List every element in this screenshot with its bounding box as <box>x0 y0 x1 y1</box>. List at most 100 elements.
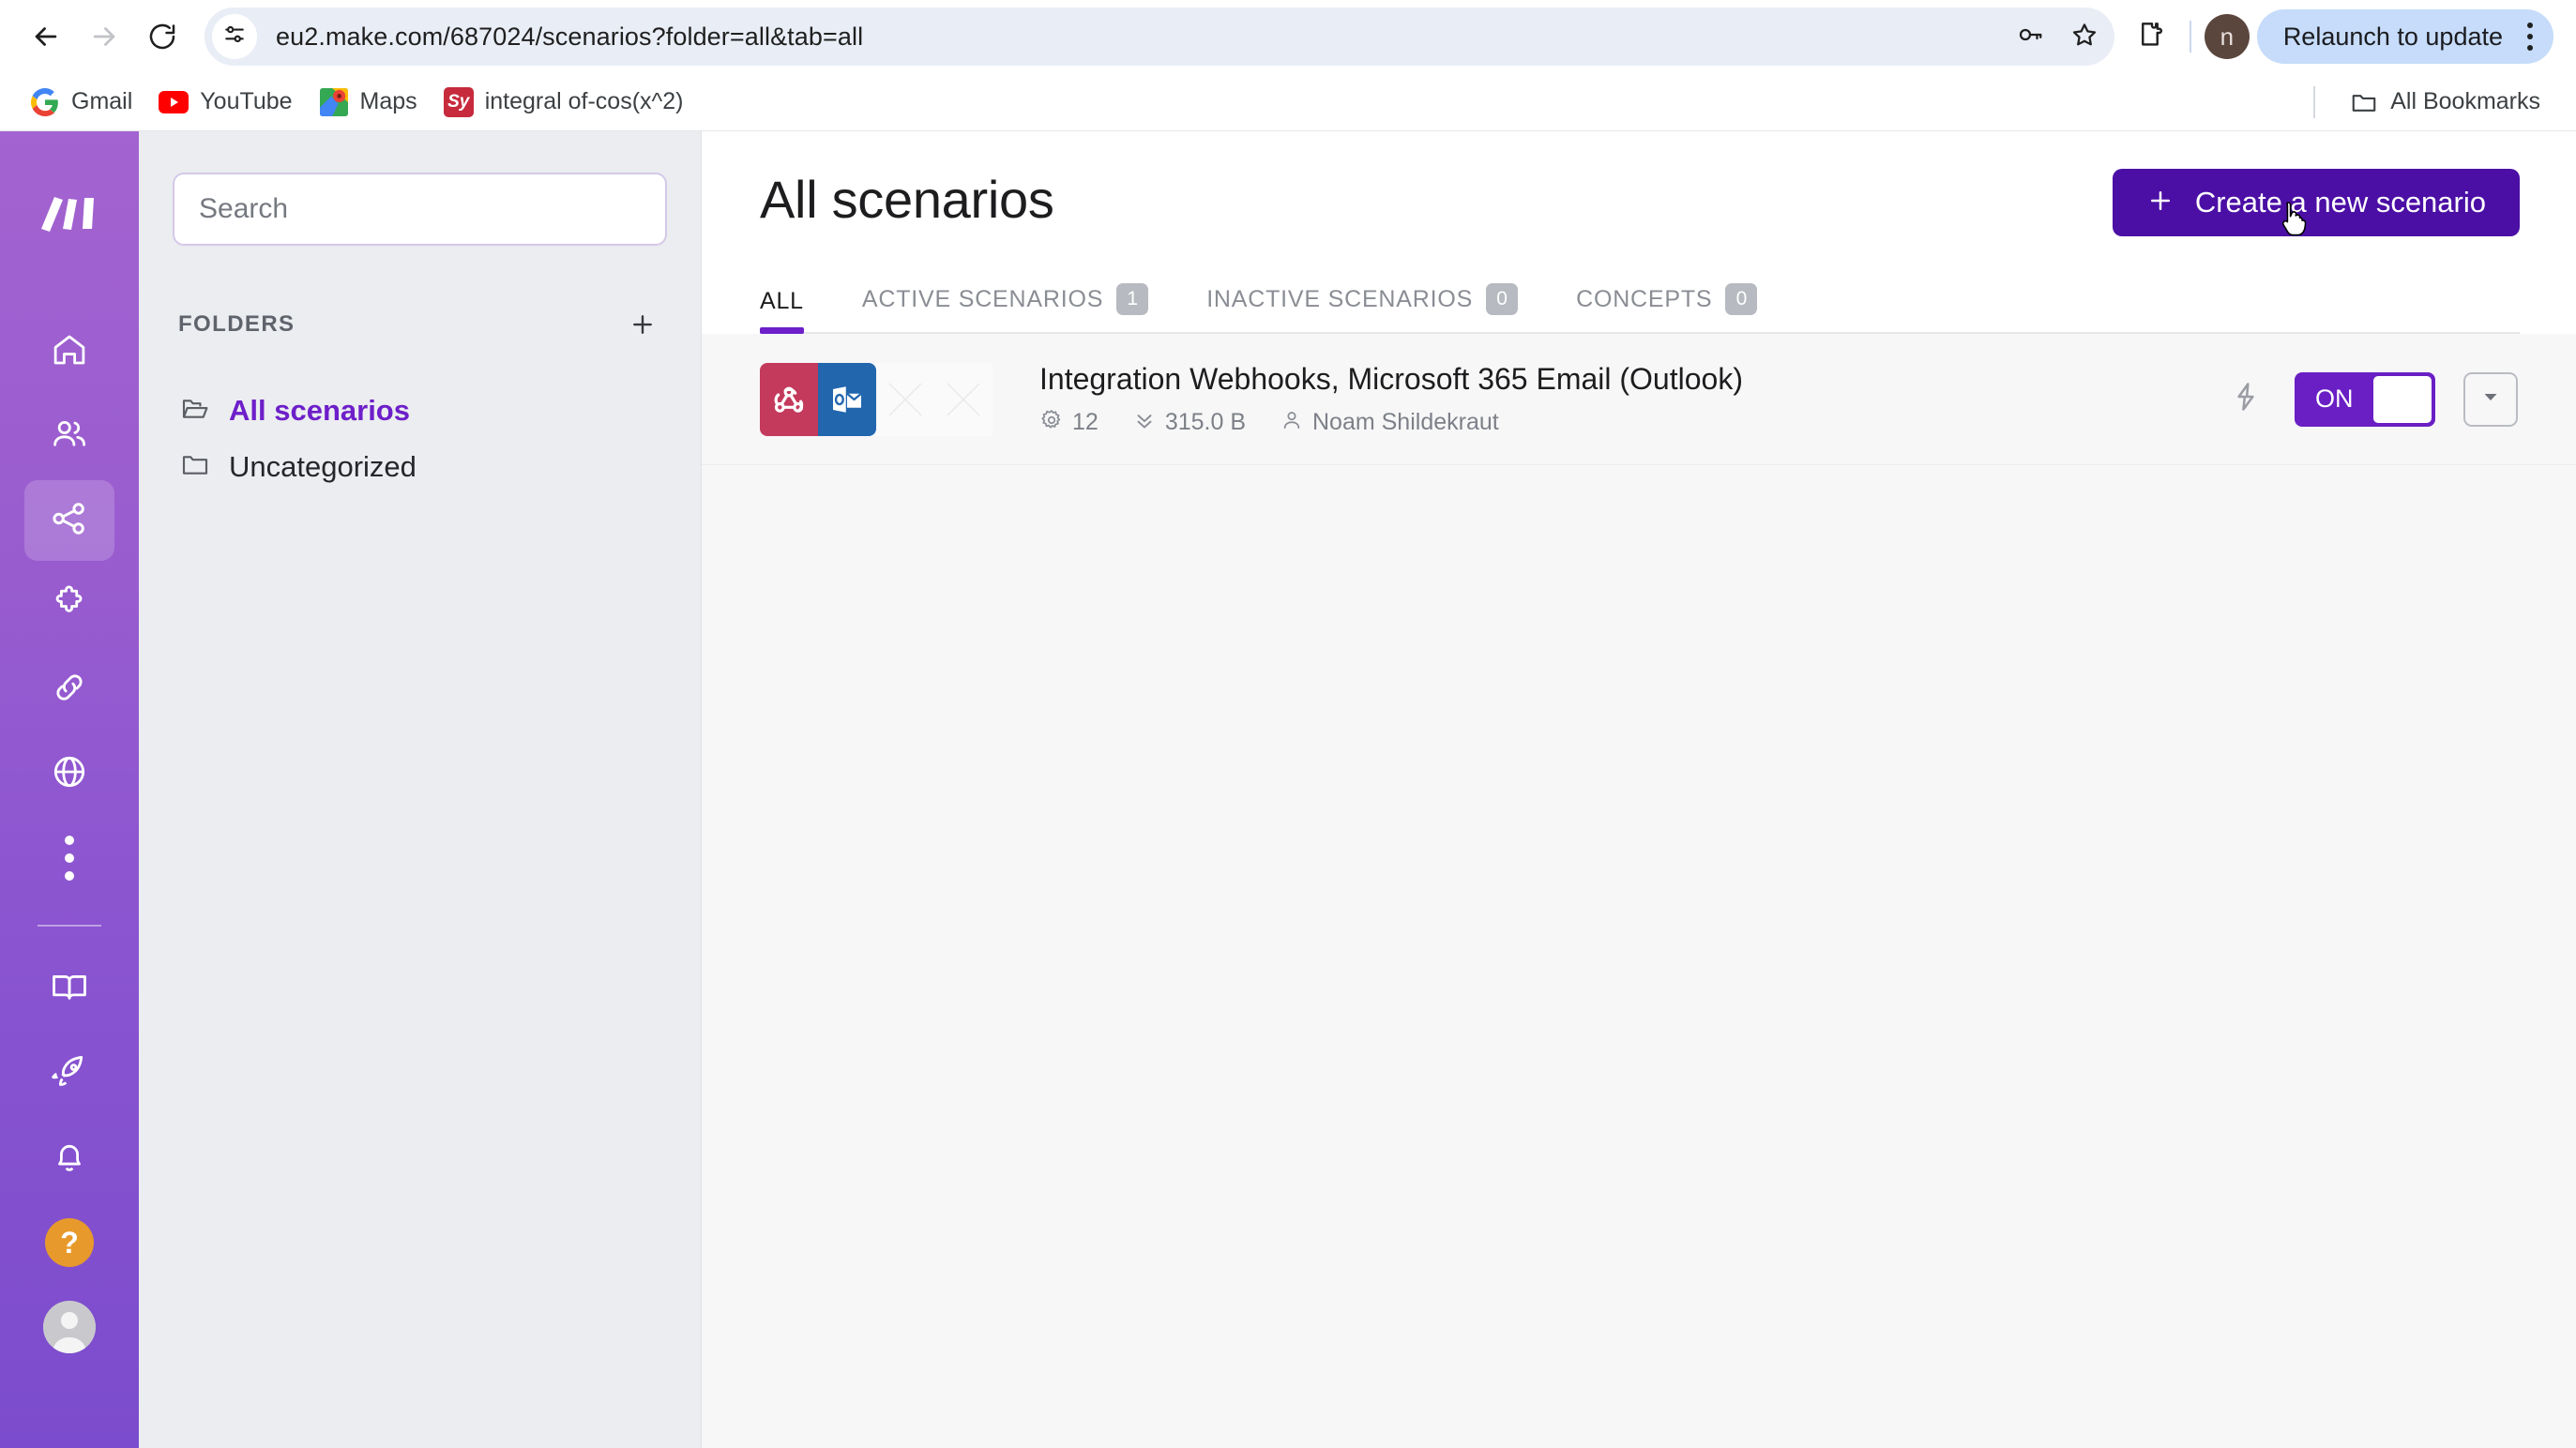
folders-panel: Search FOLDERS All scenarios Uncategoriz… <box>139 131 702 1448</box>
omnibox-actions <box>2006 12 2114 61</box>
tab-all[interactable]: ALL <box>760 288 804 334</box>
folder-icon <box>2349 87 2379 117</box>
bookmark-label: Gmail <box>71 88 133 114</box>
sidebar-item-help[interactable]: ? <box>24 1202 114 1283</box>
bookmark-label: Maps <box>359 88 417 114</box>
bookmark-label: YouTube <box>200 88 293 114</box>
toggle-knob <box>2373 375 2432 423</box>
sidebar-item-more[interactable] <box>24 818 114 898</box>
extensions-puzzle-icon <box>2135 20 2165 54</box>
bookmark-youtube[interactable]: YouTube <box>145 82 305 123</box>
scenario-options-button[interactable] <box>2463 371 2518 427</box>
scenario-toggle[interactable]: ON <box>2295 371 2435 427</box>
search-placeholder: Search <box>199 193 289 224</box>
tab-badge: 0 <box>1486 283 1519 315</box>
folder-label: Uncategorized <box>229 450 417 483</box>
url-text[interactable]: eu2.make.com/687024/scenarios?folder=all… <box>276 23 863 52</box>
browser-toolbar: eu2.make.com/687024/scenarios?folder=all… <box>0 0 2576 73</box>
tab-active-underline <box>760 327 804 334</box>
password-manager-button[interactable] <box>2006 12 2054 61</box>
kebab-menu-icon[interactable] <box>2516 23 2544 51</box>
page-title: All scenarios <box>760 170 1054 229</box>
search-input[interactable]: Search <box>173 173 667 246</box>
home-icon <box>50 330 89 374</box>
tab-inactive-scenarios[interactable]: INACTIVE SCENARIOS 0 <box>1206 283 1519 332</box>
sidebar-item-templates[interactable] <box>24 565 114 645</box>
star-icon <box>2070 21 2099 53</box>
scenario-name[interactable]: Integration Webhooks, Microsoft 365 Emai… <box>1039 362 1743 397</box>
outlook-app-icon <box>818 362 876 436</box>
create-new-scenario-button[interactable]: Create a new scenario <box>2112 169 2520 236</box>
site-settings-icon <box>222 23 247 52</box>
back-button[interactable] <box>17 8 75 66</box>
browser-chrome: eu2.make.com/687024/scenarios?folder=all… <box>0 0 2576 131</box>
tab-label: CONCEPTS <box>1576 285 1713 312</box>
data-transfer-meta: 315.0 B <box>1132 408 1246 437</box>
toolbar-divider <box>2189 21 2191 53</box>
youtube-favicon <box>159 87 189 117</box>
sidebar-item-account[interactable] <box>24 1287 114 1367</box>
operations-meta: 12 <box>1039 408 1099 437</box>
plus-icon <box>2146 187 2174 219</box>
add-folder-button[interactable] <box>624 306 661 343</box>
mouse-cursor-pointer <box>2280 201 2311 245</box>
rail-divider <box>38 925 101 927</box>
sidebar-item-scenarios[interactable] <box>24 480 114 561</box>
gmail-favicon <box>30 87 60 117</box>
main-content: All scenarios Create a new scenario ALL <box>702 131 2576 1448</box>
folder-item-uncategorized[interactable]: Uncategorized <box>173 439 667 495</box>
chevron-down-icon <box>2479 385 2502 413</box>
scenario-meta: 12 315.0 B Noam Shildekraut <box>1039 408 1743 437</box>
gear-icon <box>1039 408 1064 437</box>
sidebar-item-docs[interactable] <box>24 949 114 1030</box>
scenario-details: Integration Webhooks, Microsoft 365 Emai… <box>1039 362 1743 437</box>
sidebar-item-getting-started[interactable] <box>24 1033 114 1114</box>
relaunch-to-update-button[interactable]: Relaunch to update <box>2256 9 2553 64</box>
scenario-row-controls: ON <box>2225 371 2518 427</box>
double-chevron-down-icon <box>1132 408 1157 437</box>
tab-concepts[interactable]: CONCEPTS 0 <box>1576 283 1758 332</box>
bookmark-maps[interactable]: Maps <box>306 82 431 123</box>
sidebar-item-connections[interactable] <box>24 649 114 730</box>
tab-badge: 1 <box>1116 283 1149 315</box>
reload-button[interactable] <box>133 8 191 66</box>
scenario-list: Integration Webhooks, Microsoft 365 Emai… <box>702 334 2576 1448</box>
scenario-row[interactable]: Integration Webhooks, Microsoft 365 Emai… <box>702 334 2576 465</box>
webhooks-globe-icon <box>50 752 89 796</box>
reload-icon <box>147 22 177 52</box>
all-bookmarks-button[interactable]: All Bookmarks <box>2336 82 2553 123</box>
sidebar-item-webhooks[interactable] <box>24 733 114 814</box>
extensions-button[interactable] <box>2124 10 2176 63</box>
sidebar-item-home[interactable] <box>24 311 114 392</box>
team-users-icon <box>50 415 89 459</box>
folder-item-all-scenarios[interactable]: All scenarios <box>173 383 667 439</box>
templates-puzzle-icon <box>50 583 89 627</box>
forward-arrow-icon <box>88 21 120 53</box>
bookmark-button[interactable] <box>2060 12 2109 61</box>
sidebar-item-notifications[interactable] <box>24 1118 114 1199</box>
app-body: ? Search FOLDERS All scenarios Uncategor… <box>0 131 2576 1448</box>
book-docs-icon <box>50 968 89 1012</box>
address-bar[interactable]: eu2.make.com/687024/scenarios?folder=all… <box>205 8 2114 66</box>
lightning-bolt-icon <box>2230 381 2262 417</box>
instant-trigger-button[interactable] <box>2225 379 2266 420</box>
tab-label: ALL <box>760 288 804 314</box>
profile-avatar[interactable]: n <box>2204 14 2250 59</box>
forward-button[interactable] <box>75 8 133 66</box>
symbolab-favicon: Sy <box>443 86 474 117</box>
scenario-app-icons <box>760 362 993 436</box>
data-transfer-value: 315.0 B <box>1164 408 1246 435</box>
sidebar-item-team[interactable] <box>24 396 114 476</box>
bookmark-label: integral of-cos(x^2) <box>484 88 684 114</box>
site-settings-button[interactable] <box>212 14 257 59</box>
empty-app-slot <box>934 362 993 436</box>
scenarios-share-icon <box>50 499 89 543</box>
make-logo[interactable] <box>0 158 139 270</box>
bookmark-symbolab[interactable]: Sy integral of-cos(x^2) <box>431 82 697 123</box>
key-icon <box>2016 21 2044 53</box>
google-maps-favicon <box>319 87 349 117</box>
tab-active-scenarios[interactable]: ACTIVE SCENARIOS 1 <box>862 283 1149 332</box>
bookmarks-divider <box>2313 85 2316 118</box>
operations-count: 12 <box>1072 408 1099 435</box>
bookmark-gmail[interactable]: Gmail <box>17 82 145 123</box>
